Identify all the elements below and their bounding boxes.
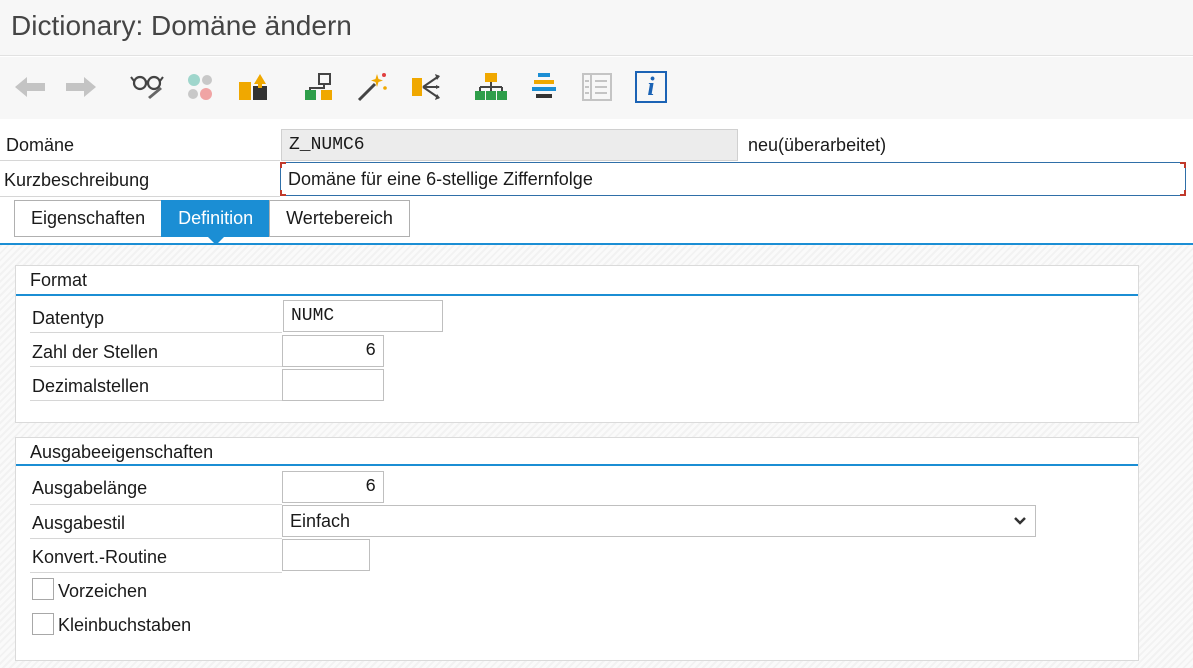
divider	[30, 366, 282, 367]
short-desc-label: Kurzbeschreibung	[4, 170, 150, 190]
info-icon[interactable]: i	[632, 67, 670, 107]
digits-label: Zahl der Stellen	[32, 342, 159, 362]
tab-eigenschaften[interactable]: Eigenschaften	[14, 200, 162, 237]
output-title: Ausgabeeigenschaften	[30, 442, 214, 462]
back-arrow-icon[interactable]	[11, 67, 49, 107]
divider	[30, 504, 282, 505]
output-rule	[16, 464, 1138, 466]
divider	[30, 332, 282, 333]
output-style-select[interactable]: Einfach	[282, 505, 1036, 537]
structure-tree-icon[interactable]	[472, 67, 510, 107]
tab-wertebereich[interactable]: Wertebereich	[269, 200, 410, 237]
decimals-label: Dezimalstellen	[32, 376, 150, 396]
sign-label: Vorzeichen	[58, 581, 148, 601]
divider	[30, 572, 282, 573]
hierarchy-icon[interactable]	[300, 67, 338, 107]
align-center-icon[interactable]	[525, 67, 563, 107]
status-text: neu(überarbeitet)	[748, 135, 887, 155]
divider	[0, 160, 280, 161]
digits-input[interactable]: 6	[282, 335, 384, 367]
short-desc-input[interactable]: Domäne für eine 6-stellige Ziffernfolge	[280, 162, 1186, 196]
domain-label: Domäne	[6, 135, 75, 155]
title-bar: Dictionary: Domäne ändern	[0, 0, 1193, 56]
output-length-input[interactable]: 6	[282, 471, 384, 503]
datatype-label: Datentyp	[32, 308, 105, 328]
sign-checkbox[interactable]	[32, 578, 54, 600]
tab-definition[interactable]: Definition	[161, 200, 270, 245]
toggle-change-icon[interactable]	[181, 67, 219, 107]
window-title: Dictionary: Domäne ändern	[11, 10, 352, 41]
output-length-label: Ausgabelänge	[32, 478, 148, 498]
conv-routine-label: Konvert.-Routine	[32, 547, 168, 567]
lowercase-checkbox[interactable]	[32, 613, 54, 635]
output-style-value: Einfach	[290, 511, 351, 531]
chevron-down-icon	[1014, 517, 1026, 525]
activate-icon[interactable]	[234, 67, 272, 107]
format-rule	[16, 294, 1138, 296]
tab-strip: Eigenschaften Definition Wertebereich	[14, 200, 410, 245]
focus-corner-tl	[280, 162, 286, 168]
list-view-icon[interactable]	[578, 67, 616, 107]
output-style-label: Ausgabestil	[32, 513, 126, 533]
tab-definition-label: Definition	[178, 208, 254, 228]
divider	[30, 538, 282, 539]
divider	[30, 400, 282, 401]
format-group: Format Datentyp NUMC Zahl der Stellen 6 …	[15, 265, 1139, 423]
magic-wand-icon[interactable]	[353, 67, 391, 107]
lowercase-label: Kleinbuchstaben	[58, 615, 192, 635]
focus-corner-bl	[280, 190, 286, 196]
divider	[0, 196, 280, 197]
focus-corner-br	[1180, 190, 1186, 196]
focus-corner-tr	[1180, 162, 1186, 168]
conv-routine-input[interactable]	[282, 539, 370, 571]
datatype-input[interactable]: NUMC	[283, 300, 443, 332]
decimals-input[interactable]	[282, 369, 384, 401]
toolbar: i	[0, 57, 1193, 119]
info-icon-label: i	[635, 71, 667, 103]
glasses-display-icon[interactable]	[128, 67, 166, 107]
format-title: Format	[30, 270, 88, 290]
domain-field: Z_NUMC6	[281, 129, 738, 161]
where-used-icon[interactable]	[407, 67, 445, 107]
content-area: Format Datentyp NUMC Zahl der Stellen 6 …	[0, 245, 1193, 668]
output-group: Ausgabeeigenschaften Ausgabelänge 6 Ausg…	[15, 437, 1139, 661]
forward-arrow-icon[interactable]	[62, 67, 100, 107]
